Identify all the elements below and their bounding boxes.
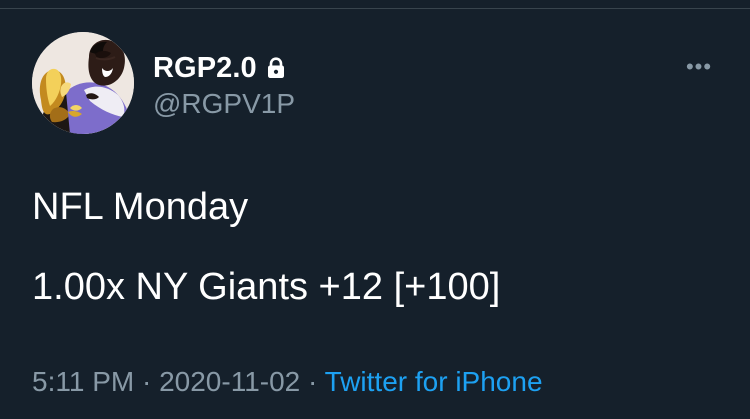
tweet-date[interactable]: 2020-11-02	[159, 366, 300, 397]
tweet-text-line-2: 1.00x NY Giants +12 [+100]	[32, 266, 501, 308]
lock-icon	[267, 57, 284, 78]
more-options-button[interactable]: •••	[678, 56, 720, 78]
avatar[interactable]	[32, 32, 134, 134]
tweet-meta: 5:11 PM · 2020-11-02 · Twitter for iPhon…	[32, 364, 543, 400]
meta-separator-1: ·	[134, 366, 160, 397]
tweet-time[interactable]: 5:11 PM	[32, 366, 134, 397]
author-handle[interactable]: @RGPV1P	[153, 88, 295, 120]
author-name[interactable]: RGP2.0	[153, 52, 257, 84]
tweet-card: RGP2.0 @RGPV1P ••• NFL Monday 1.00x NY G…	[0, 0, 750, 419]
tweet-text-line-1: NFL Monday	[32, 186, 249, 228]
meta-separator-2: ·	[300, 366, 325, 397]
author-name-row[interactable]: RGP2.0	[153, 52, 288, 84]
profile-photo-icon	[32, 32, 134, 134]
tweet-source-link[interactable]: Twitter for iPhone	[325, 366, 543, 397]
